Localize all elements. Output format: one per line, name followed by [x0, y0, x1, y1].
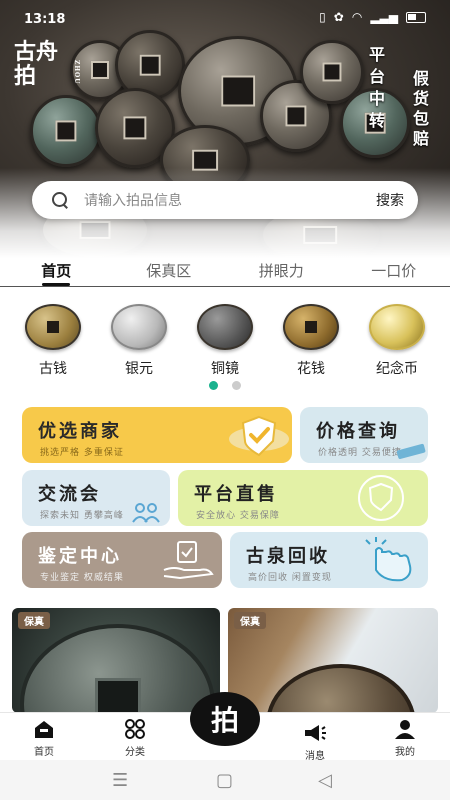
ancient-coin-icon [25, 304, 81, 350]
wifi-icon: ◠ [351, 10, 363, 24]
status-time: 13:18 [24, 12, 66, 27]
category-silver-dollar[interactable]: 银元 [108, 304, 170, 378]
nav-label: 我的 [395, 747, 415, 758]
category-ancient-coin[interactable]: 古钱 [22, 304, 84, 378]
search-input[interactable]: 请输入拍品信息 [84, 190, 376, 210]
exchange-meeting-card[interactable]: 交流会 探索未知 勇攀高峰 [22, 470, 170, 526]
tab-bar: 首页 保真区 拼眼力 一口价 [0, 254, 450, 286]
price-query-card[interactable]: 价格查询 价格透明 交易便捷 [300, 407, 428, 463]
nav-mine[interactable]: 我的 [375, 717, 435, 758]
coin-recycle-card[interactable]: 古泉回收 高价回收 闲置变现 [230, 532, 428, 588]
category-label: 花钱 [297, 361, 325, 377]
nav-label: 首页 [34, 747, 54, 758]
authentic-badge: 保真 [18, 612, 50, 629]
category-row: 古钱 银元 铜镜 花钱 纪念币 [22, 304, 428, 378]
product-image [266, 664, 416, 713]
nav-home[interactable]: 首页 [14, 717, 74, 758]
tap-hand-icon [365, 537, 412, 582]
shield-icon [358, 475, 404, 521]
tab-authentic[interactable]: 保真区 [113, 254, 226, 286]
category-label: 铜镜 [211, 361, 239, 377]
featured-merchant-card[interactable]: 优选商家 挑选严格 多重保证 [22, 407, 292, 463]
silver-dollar-icon [111, 304, 167, 350]
coin-image [30, 95, 102, 167]
card-subtitle: 价格透明 交易便捷 [318, 448, 402, 458]
logo-text: 古舟拍 [14, 39, 59, 89]
page-dot [232, 381, 241, 390]
card-title: 优选商家 [38, 421, 122, 442]
card-title: 鉴定中心 [38, 546, 122, 567]
card-title: 古泉回收 [246, 546, 330, 567]
card-subtitle: 探索未知 勇攀高峰 [40, 511, 124, 521]
platform-direct-sale-card[interactable]: 平台直售 安全放心 交易保障 [178, 470, 428, 526]
hero-tag-guarantee: 假货包赔 [410, 70, 429, 150]
authentic-badge: 保真 [234, 612, 266, 629]
category-bronze-mirror[interactable]: 铜镜 [194, 304, 256, 378]
charm-coin-icon [283, 304, 339, 350]
nav-label: 分类 [125, 747, 145, 758]
group-people-icon [132, 503, 160, 523]
tab-eye-challenge[interactable]: 拼眼力 [225, 254, 338, 286]
home-square-icon[interactable]: ▢ [216, 770, 233, 791]
system-nav-bar: ☰ ▢ ◁ [0, 760, 450, 800]
appraisal-center-card[interactable]: 鉴定中心 专业鉴定 权威结果 [22, 532, 222, 588]
page-indicator [209, 381, 241, 390]
nav-category[interactable]: 分类 [105, 717, 165, 758]
sim-icon: ▯ [319, 10, 326, 24]
tab-home[interactable]: 首页 [0, 254, 113, 286]
card-title: 价格查询 [316, 421, 400, 442]
category-commemorative[interactable]: 纪念币 [366, 304, 428, 378]
nav-message[interactable]: 消息 [285, 721, 345, 762]
search-icon [50, 190, 70, 210]
status-icons: ▯ ✿ ◠ ▂▃▅ [319, 10, 426, 24]
card-title: 平台直售 [194, 484, 278, 505]
app-logo: 古舟拍 ZHOU [14, 39, 80, 89]
commemorative-coin-icon [369, 304, 425, 350]
user-icon [375, 717, 435, 741]
ruler-icon [396, 443, 426, 459]
search-bar[interactable]: 请输入拍品信息 搜索 [32, 181, 418, 219]
bronze-mirror-icon [197, 304, 253, 350]
category-label: 纪念币 [376, 361, 418, 377]
signal-icon: ▂▃▅ [370, 10, 398, 24]
product-card[interactable]: 保真 [12, 608, 220, 713]
status-bar: 13:18 ▯ ✿ ◠ ▂▃▅ [0, 0, 450, 36]
logo-subtext: ZHOU [73, 60, 80, 85]
card-subtitle: 安全放心 交易保障 [196, 511, 280, 521]
home-icon [14, 717, 74, 741]
back-icon[interactable]: ◁ [318, 770, 332, 791]
card-title: 交流会 [38, 484, 101, 505]
tab-divider [0, 286, 450, 287]
category-icon [105, 717, 165, 741]
shield-check-icon [229, 415, 289, 457]
card-subtitle: 专业鉴定 权威结果 [40, 573, 124, 583]
auction-center-button[interactable]: 拍 [190, 692, 260, 746]
page-dot-active [209, 381, 218, 390]
card-subtitle: 挑选严格 多重保证 [40, 448, 124, 458]
category-label: 古钱 [39, 361, 67, 377]
product-card[interactable]: 保真 [228, 608, 438, 713]
category-charm-coin[interactable]: 花钱 [280, 304, 342, 378]
category-label: 银元 [125, 361, 153, 377]
search-button[interactable]: 搜索 [376, 190, 404, 210]
menu-icon[interactable]: ☰ [112, 770, 128, 791]
hand-check-icon [163, 541, 214, 580]
notification-icon: ✿ [333, 10, 344, 24]
hero-tag-platform: 平台中转 [366, 46, 385, 134]
card-subtitle: 高价回收 闲置变现 [248, 573, 332, 583]
tab-fixed-price[interactable]: 一口价 [338, 254, 450, 286]
battery-icon [406, 11, 426, 23]
megaphone-icon [285, 721, 345, 745]
product-image [20, 624, 215, 713]
